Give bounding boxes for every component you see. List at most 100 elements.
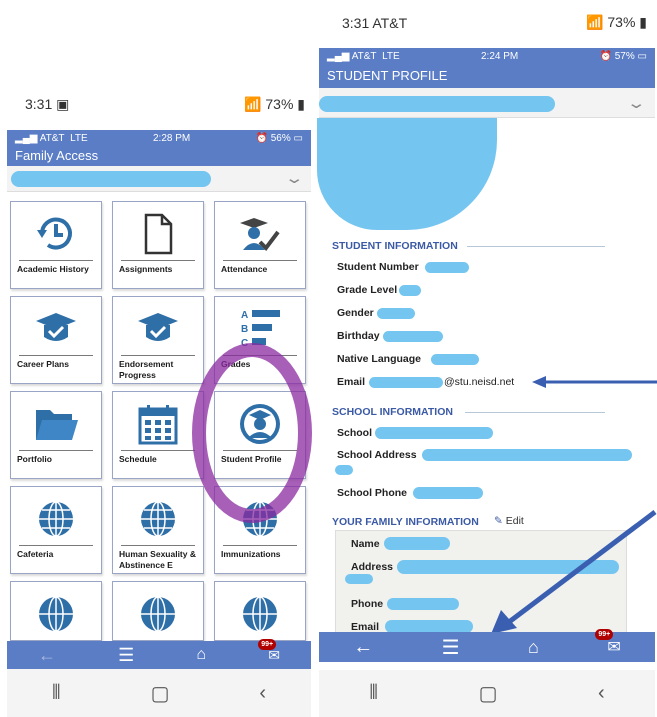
redacted-name <box>11 171 211 187</box>
tile-label: Academic History <box>17 264 89 274</box>
school-address-label: School Address <box>337 449 417 461</box>
redacted-name <box>319 96 555 112</box>
tile-schedule[interactable]: Schedule <box>112 391 204 479</box>
redacted-value <box>369 377 443 388</box>
redacted-value <box>425 262 469 273</box>
back-arrow-icon[interactable]: ← <box>353 636 373 659</box>
student-selector[interactable]: ⌄ <box>319 88 655 118</box>
redacted-photo <box>317 118 497 230</box>
history-icon <box>11 212 101 256</box>
globe-icon <box>113 592 203 636</box>
redacted-value <box>431 354 479 365</box>
back-icon[interactable]: ‹ <box>598 682 605 705</box>
clock: 3:31 AT&T <box>342 14 408 31</box>
folder-icon <box>11 402 101 446</box>
tile-more-1[interactable] <box>10 581 102 641</box>
redacted-value <box>345 574 373 584</box>
home-icon[interactable]: ⌂ <box>528 637 539 658</box>
tile-more-2[interactable] <box>112 581 204 641</box>
tile-label: Portfolio <box>17 454 52 464</box>
app-title: Family Access <box>7 146 311 166</box>
family-info-title: YOUR FAMILY INFORMATION <box>332 516 479 528</box>
family-phone-label: Phone <box>351 598 384 610</box>
bottom-nav-bar: ← ☰ ⌂ ✉ 99+ <box>7 638 311 669</box>
chevron-down-icon: ⌄ <box>284 170 305 187</box>
school-info-title: SCHOOL INFORMATION <box>332 406 453 418</box>
native-language-label: Native Language <box>337 353 422 365</box>
document-icon <box>113 212 203 256</box>
redacted-value <box>383 331 443 342</box>
tile-assignments[interactable]: Assignments <box>112 201 204 289</box>
tile-label: Assignments <box>119 264 173 274</box>
email-label: Email <box>337 376 366 388</box>
system-nav-bar: ⦀ ▢ ‹ <box>319 670 655 717</box>
battery: 📶 73% ▮ <box>244 96 305 112</box>
redacted-value <box>377 308 415 319</box>
tile-human-sexuality[interactable]: Human Sexuality & Abstinence E <box>112 486 204 574</box>
home-button-icon[interactable]: ▢ <box>479 681 498 706</box>
tile-label: Schedule <box>119 454 157 464</box>
alarm-icon: ⏰ <box>599 50 612 62</box>
tile-academic-history[interactable]: Academic History <box>10 201 102 289</box>
messages-icon[interactable]: ✉ 99+ <box>258 638 280 664</box>
system-nav-bar: ⦀ ▢ ‹ <box>7 669 311 717</box>
tile-attendance[interactable]: Attendance <box>214 201 306 289</box>
back-icon[interactable]: ‹ <box>259 682 266 705</box>
menu-icon[interactable]: ☰ <box>442 635 460 660</box>
tile-label: Career Plans <box>17 359 69 369</box>
redacted-value <box>422 449 632 461</box>
tile-label: Cafeteria <box>17 549 54 559</box>
tile-label: Immunizations <box>221 549 281 559</box>
tile-endorsement-progress[interactable]: Endorsement Progress <box>112 296 204 384</box>
clock: 3:31 ▣ <box>25 96 70 112</box>
recent-apps-icon[interactable]: ⦀ <box>52 682 61 705</box>
tile-portfolio[interactable]: Portfolio <box>10 391 102 479</box>
gender-label: Gender <box>337 307 374 319</box>
redacted-value <box>335 465 353 475</box>
battery: 📶 73% ▮ <box>586 14 647 30</box>
student-selector[interactable]: ⌄ <box>7 166 311 192</box>
tile-label: Human Sexuality & Abstinence E <box>119 549 196 570</box>
alarm-icon: ⏰ <box>255 132 268 144</box>
arrow-email-annotation <box>532 376 657 388</box>
redacted-value <box>375 427 493 439</box>
image-icon: ▣ <box>56 96 70 112</box>
signal-icon: ▂▄▆ <box>15 132 38 144</box>
calendar-icon <box>113 402 203 446</box>
home-icon[interactable]: ⌂ <box>196 646 206 664</box>
home-button-icon[interactable]: ▢ <box>151 681 170 706</box>
student-number-label: Student Number <box>337 261 419 273</box>
tile-career-plans[interactable]: Career Plans <box>10 296 102 384</box>
recent-apps-icon[interactable]: ⦀ <box>369 682 378 705</box>
globe-icon <box>11 497 101 541</box>
messages-icon[interactable]: ✉ 99+ <box>595 629 621 657</box>
school-label: School <box>337 427 373 439</box>
cap-check-icon <box>11 307 101 351</box>
family-address-label: Address <box>351 561 394 573</box>
signal-icon: ▂▄▆ <box>327 50 350 62</box>
tile-cafeteria[interactable]: Cafeteria <box>10 486 102 574</box>
tile-more-3[interactable] <box>214 581 306 641</box>
tile-label: Attendance <box>221 264 268 274</box>
redacted-value <box>387 598 459 610</box>
arrow-family-email-annotation <box>491 510 657 634</box>
birthday-label: Birthday <box>337 330 380 342</box>
svg-text:A: A <box>241 310 248 321</box>
menu-icon[interactable]: ☰ <box>118 645 134 666</box>
highlight-circle <box>192 343 312 523</box>
school-phone-label: School Phone <box>337 487 408 499</box>
inner-status-bar: ▂▄▆ AT&T LTE 2:28 PM ⏰ 56% ▭ <box>7 130 311 146</box>
outer-status-bar: 3:31 AT&T 📶 73% ▮ <box>342 14 647 31</box>
back-arrow-icon[interactable]: ← <box>38 645 56 666</box>
inner-status-bar: ▂▄▆ AT&T LTE 2:24 PM ⏰ 57% ▭ <box>319 48 655 64</box>
notification-badge: 99+ <box>595 629 614 640</box>
email-domain: @stu.neisd.net <box>444 376 515 388</box>
outer-status-bar: 3:31 ▣ 📶 73% ▮ <box>25 96 305 113</box>
graduate-check-icon <box>215 212 305 256</box>
svg-text:B: B <box>241 324 248 335</box>
grade-level-label: Grade Level <box>337 284 398 296</box>
app-title: STUDENT PROFILE <box>319 64 655 88</box>
redacted-value <box>399 285 421 296</box>
notification-badge: 99+ <box>258 638 277 650</box>
student-info-title: STUDENT INFORMATION <box>332 240 458 252</box>
